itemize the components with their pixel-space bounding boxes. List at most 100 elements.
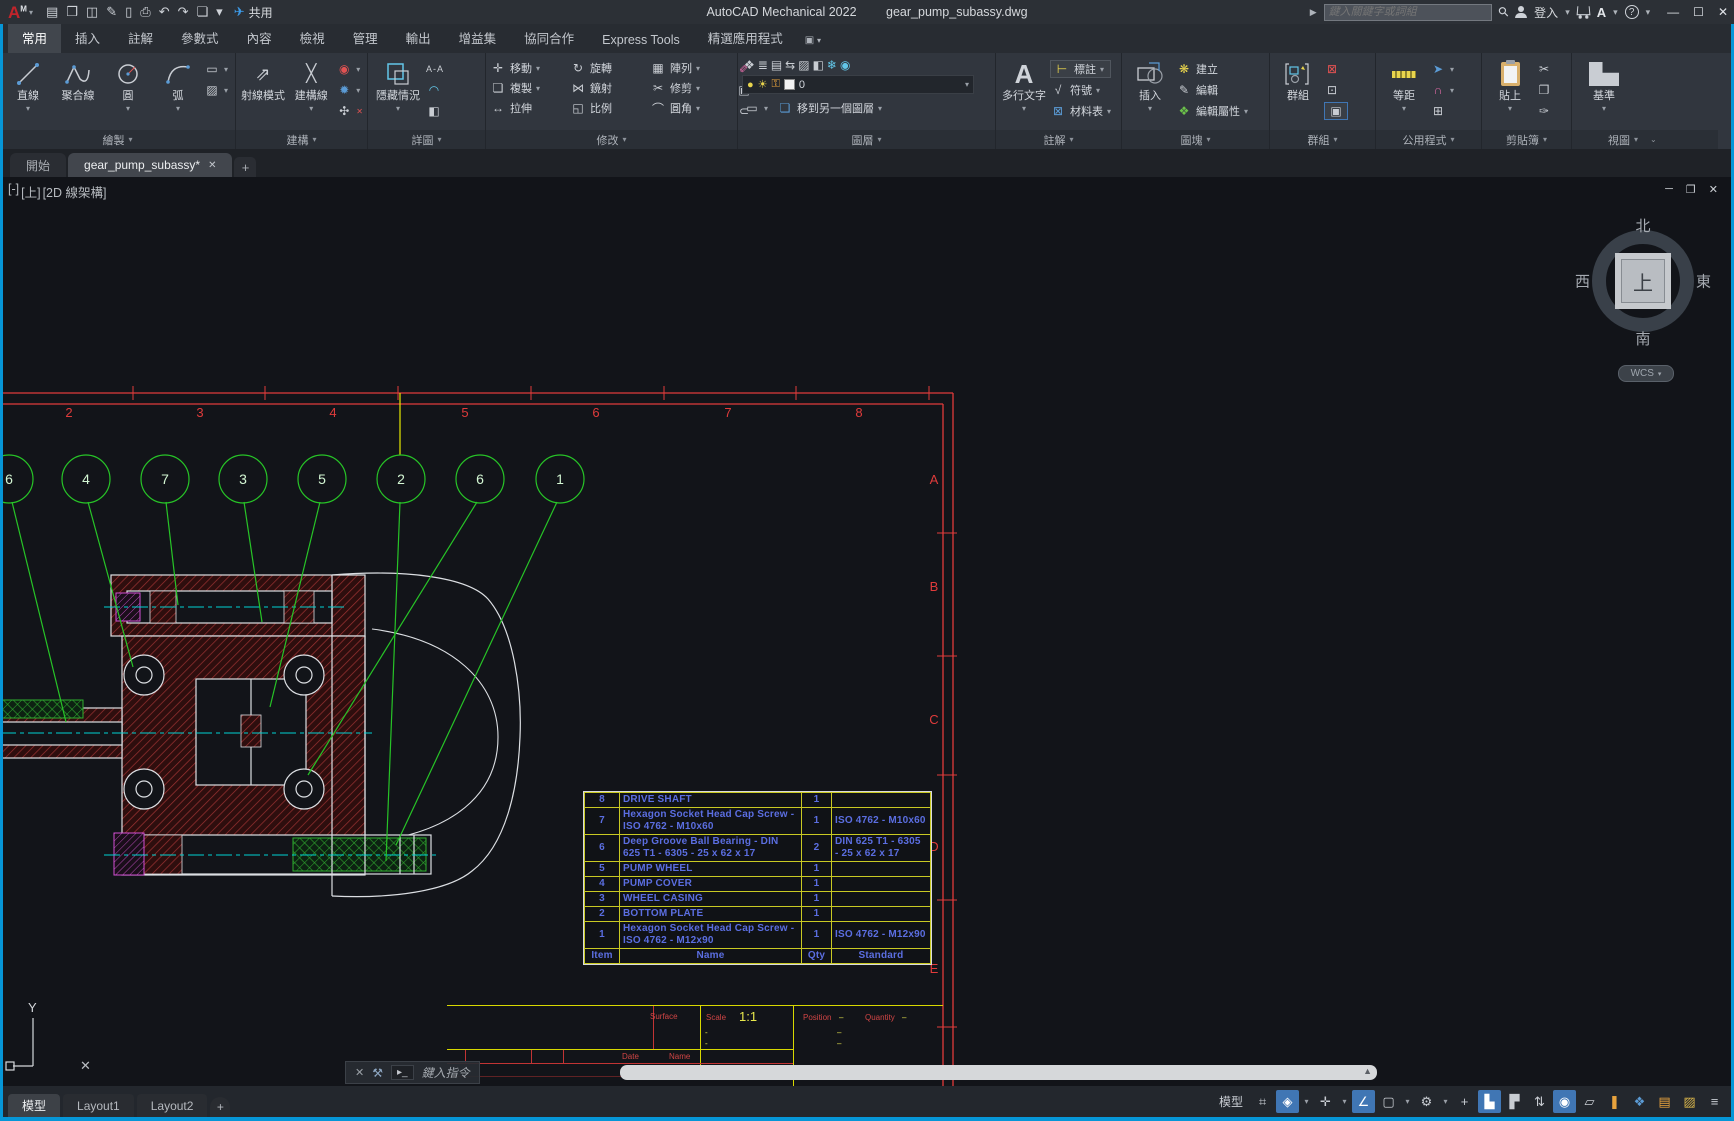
panel-label-block[interactable]: 圖塊▾ <box>1122 130 1269 149</box>
isodraft-icon[interactable]: ∠ <box>1352 1090 1375 1113</box>
group-edit-button[interactable]: ⊡ <box>1324 81 1348 99</box>
customization-gear-icon[interactable]: ⚙ <box>1415 1090 1438 1113</box>
layer-unisolate-icon[interactable]: ⇆ <box>785 58 795 72</box>
selection-cycling-icon[interactable]: ▙ <box>1478 1090 1501 1113</box>
layer-isolate-icon[interactable]: ▤ <box>771 58 782 72</box>
copy-clip-button[interactable]: ❐ <box>1536 81 1552 99</box>
panel-label-view[interactable]: 視圖▾⌄ <box>1572 130 1718 149</box>
ribbon-tab[interactable]: 協同合作 <box>510 23 588 53</box>
polyline-button[interactable]: 聚合線 <box>54 56 102 130</box>
lock-ui-icon[interactable]: ◉ <box>1553 1090 1576 1113</box>
ribbon-tab[interactable]: 常用 <box>8 23 61 53</box>
layout-tab[interactable]: Layout1 <box>63 1094 134 1117</box>
grid-display-icon[interactable]: ⌗ <box>1251 1090 1274 1113</box>
view-control[interactable]: [上] <box>21 182 40 201</box>
search-icon[interactable]: ⚲ <box>1494 3 1512 21</box>
search-collapse-icon[interactable]: ▶ <box>1310 7 1317 18</box>
panel-label-group[interactable]: 群組▾ <box>1270 130 1375 149</box>
search-input[interactable] <box>1329 6 1487 18</box>
ribbon-tab[interactable]: 內容 <box>233 23 286 53</box>
layer-properties-icon[interactable]: ❖ <box>744 58 755 72</box>
ribbon-tab[interactable]: 檢視 <box>286 23 339 53</box>
circle-button[interactable]: 圓▾ <box>104 56 152 130</box>
panel-label-clipboard[interactable]: 剪貼簿▾ <box>1482 130 1571 149</box>
app-menu-caret-icon[interactable]: ▾ <box>29 8 33 17</box>
sign-in-button[interactable]: 登入 <box>1534 4 1558 21</box>
annotation-visibility-icon[interactable]: ▛ <box>1503 1090 1526 1113</box>
ribbon-tab[interactable]: 增益集 <box>445 23 511 53</box>
minimize-button[interactable]: — <box>1667 5 1679 19</box>
gear-dropdown-icon[interactable]: ▾ <box>1440 1090 1451 1113</box>
snap-dropdown-icon[interactable]: ▾ <box>1301 1090 1312 1113</box>
qat-menu-icon[interactable]: ▾ <box>213 4 226 20</box>
user-icon[interactable] <box>1515 6 1527 18</box>
panel-label-layer[interactable]: 圖層▾ <box>738 130 995 149</box>
dimension-button[interactable]: ⊢標註▾ <box>1050 60 1111 78</box>
polar-tracking-icon[interactable]: ✛ <box>1314 1090 1337 1113</box>
construction-line-button[interactable]: ╳ 建構線▾ <box>288 56 334 130</box>
command-input[interactable]: 鍵入指令 <box>422 1064 470 1081</box>
snap-mode-icon[interactable]: ◈ <box>1276 1090 1299 1113</box>
detail-circle-button[interactable]: ◠ <box>426 81 442 99</box>
group-button[interactable]: 群組 <box>1274 56 1322 130</box>
mtext-button[interactable]: A 多行文字▾ <box>1000 56 1048 130</box>
object-snap-icon[interactable]: ▢ <box>1377 1090 1400 1113</box>
command-close-icon[interactable]: ✕ <box>355 1066 364 1079</box>
panel-label-annotate[interactable]: 註解▾ <box>996 130 1121 149</box>
plot-icon[interactable]: ⎙ <box>137 4 153 20</box>
ungroup-button[interactable]: ⊠ <box>1324 60 1348 78</box>
ribbon-tab[interactable]: 插入 <box>61 23 114 53</box>
isolate-objects-icon[interactable]: ▱ <box>1578 1090 1601 1113</box>
command-tools-icon[interactable]: ⚒ <box>372 1066 383 1080</box>
layout-tab[interactable]: Layout2 <box>137 1094 208 1117</box>
move-button[interactable]: ✛移動▾ <box>490 59 570 77</box>
mech-symbols-icon[interactable]: ❖ <box>1628 1090 1651 1113</box>
viewcube-south[interactable]: 南 <box>1635 328 1650 349</box>
group-selection-toggle[interactable]: ▣ <box>1324 102 1348 120</box>
symbol-button[interactable]: √符號▾ <box>1050 81 1111 99</box>
ribbon-tab[interactable]: 精選應用程式 <box>694 23 797 53</box>
layer-thaw-icon[interactable]: ◉ <box>840 58 850 72</box>
share-button[interactable]: ✈ 共用 <box>234 4 273 21</box>
rotate-button[interactable]: ↻旋轉 <box>570 59 650 77</box>
hatch-tool-button[interactable]: ▨▾ <box>204 81 228 99</box>
autodesk-caret-icon[interactable]: ▾ <box>1613 7 1618 18</box>
paste-special-button[interactable]: ✑ <box>1536 102 1552 120</box>
ribbon-tab[interactable]: Express Tools <box>588 28 694 53</box>
mech-layers-icon[interactable]: ▤ <box>1653 1090 1676 1113</box>
panel-label-draw[interactable]: 繪製▾ <box>0 130 235 149</box>
base-view-button[interactable]: 基準▾ <box>1576 56 1632 130</box>
viewcube-east[interactable]: 東 <box>1696 271 1711 292</box>
scale-button[interactable]: ◱比例 <box>570 99 650 117</box>
calculator-button[interactable]: ⊞ <box>1430 102 1454 120</box>
move-to-layer-button[interactable]: ❏移到另一個圖層▾ <box>777 99 882 117</box>
help-search-field[interactable] <box>1324 4 1492 21</box>
mirror-button[interactable]: ⋈鏡射 <box>570 79 650 97</box>
layer-freeze-icon[interactable]: ❄ <box>827 58 837 72</box>
doc-close-button[interactable]: ✕ <box>1709 183 1718 196</box>
section-view-button[interactable]: A-A <box>426 60 442 78</box>
app-store-cart-icon[interactable] <box>1576 6 1590 15</box>
polar-dropdown-icon[interactable]: ▾ <box>1339 1090 1350 1113</box>
panel-label-detail[interactable]: 詳圖▾ <box>368 130 485 149</box>
tab-close-icon[interactable]: ✕ <box>208 160 216 171</box>
copy-button[interactable]: ❏複製▾ <box>490 79 570 97</box>
autodesk-app-icon[interactable]: A <box>1597 5 1606 20</box>
edit-attributes-button[interactable]: ❖編輯屬性▾ <box>1176 102 1248 120</box>
bom-parts-list[interactable]: 8 DRIVE SHAFT 1 7 Hexagon Socket Head Ca… <box>584 792 931 964</box>
document-tab[interactable]: gear_pump_subassy* ✕ <box>68 153 232 177</box>
create-block-button[interactable]: ❋建立 <box>1176 60 1248 78</box>
save-icon[interactable]: ◫ <box>83 4 101 20</box>
annotation-autoscale-icon[interactable]: ⇅ <box>1528 1090 1551 1113</box>
layer-dropdown[interactable]: ● ☀ ⚿ 0 ▾ <box>742 75 974 94</box>
line-button[interactable]: 直線▾ <box>4 56 52 130</box>
cut-button[interactable]: ✂ <box>1536 60 1552 78</box>
help-caret-icon[interactable]: ▾ <box>1646 7 1651 18</box>
ribbon-tab[interactable]: 管理 <box>339 23 392 53</box>
open-folder-icon[interactable]: ❒ <box>63 4 81 20</box>
doc-restore-button[interactable]: ❐ <box>1686 183 1696 196</box>
command-line[interactable]: ✕ ⚒ ▸_ 鍵入指令 <box>345 1061 480 1084</box>
layer-off-icon[interactable]: ▨ <box>798 58 809 72</box>
bom-button[interactable]: ⊠材料表▾ <box>1050 102 1111 120</box>
center-mark-button[interactable]: ◉▾ <box>336 60 363 78</box>
